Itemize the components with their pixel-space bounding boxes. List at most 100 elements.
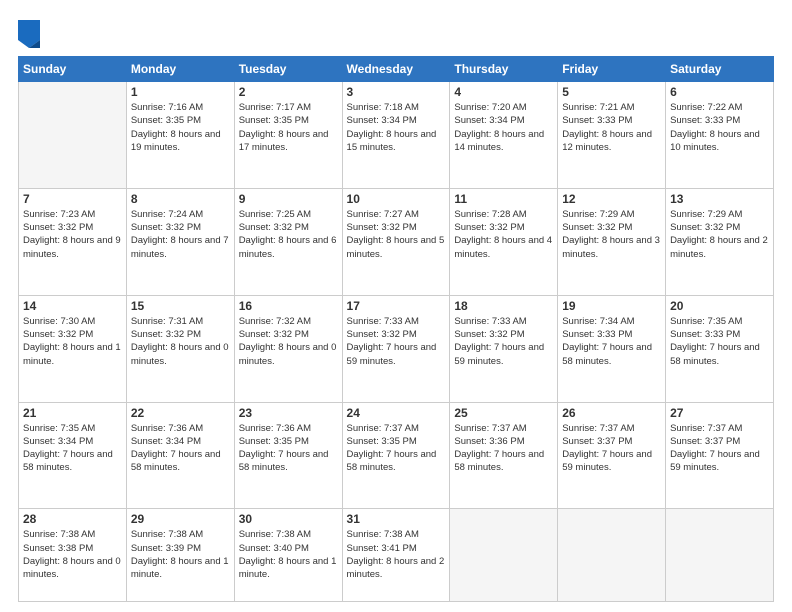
calendar-header-cell: Saturday	[666, 57, 774, 82]
calendar-cell: 1 Sunrise: 7:16 AMSunset: 3:35 PMDayligh…	[126, 82, 234, 189]
day-info: Sunrise: 7:20 AMSunset: 3:34 PMDaylight:…	[454, 102, 544, 153]
day-number: 20	[670, 299, 769, 313]
day-info: Sunrise: 7:36 AMSunset: 3:35 PMDaylight:…	[239, 423, 329, 474]
day-info: Sunrise: 7:18 AMSunset: 3:34 PMDaylight:…	[347, 102, 437, 153]
day-number: 7	[23, 192, 122, 206]
day-info: Sunrise: 7:21 AMSunset: 3:33 PMDaylight:…	[562, 102, 652, 153]
calendar-cell: 6 Sunrise: 7:22 AMSunset: 3:33 PMDayligh…	[666, 82, 774, 189]
day-number: 23	[239, 406, 338, 420]
calendar-cell: 24 Sunrise: 7:37 AMSunset: 3:35 PMDaylig…	[342, 402, 450, 509]
calendar-cell: 13 Sunrise: 7:29 AMSunset: 3:32 PMDaylig…	[666, 188, 774, 295]
day-info: Sunrise: 7:27 AMSunset: 3:32 PMDaylight:…	[347, 209, 445, 260]
day-info: Sunrise: 7:38 AMSunset: 3:41 PMDaylight:…	[347, 529, 445, 580]
day-info: Sunrise: 7:35 AMSunset: 3:34 PMDaylight:…	[23, 423, 113, 474]
calendar-header-cell: Wednesday	[342, 57, 450, 82]
day-number: 1	[131, 85, 230, 99]
day-number: 19	[562, 299, 661, 313]
day-number: 26	[562, 406, 661, 420]
calendar-cell: 28 Sunrise: 7:38 AMSunset: 3:38 PMDaylig…	[19, 509, 127, 602]
day-info: Sunrise: 7:33 AMSunset: 3:32 PMDaylight:…	[454, 316, 544, 367]
day-info: Sunrise: 7:38 AMSunset: 3:38 PMDaylight:…	[23, 529, 121, 580]
day-info: Sunrise: 7:37 AMSunset: 3:35 PMDaylight:…	[347, 423, 437, 474]
day-number: 3	[347, 85, 446, 99]
day-info: Sunrise: 7:30 AMSunset: 3:32 PMDaylight:…	[23, 316, 121, 367]
day-info: Sunrise: 7:24 AMSunset: 3:32 PMDaylight:…	[131, 209, 229, 260]
calendar-header-row: SundayMondayTuesdayWednesdayThursdayFrid…	[19, 57, 774, 82]
calendar-header-cell: Friday	[558, 57, 666, 82]
calendar-cell: 2 Sunrise: 7:17 AMSunset: 3:35 PMDayligh…	[234, 82, 342, 189]
calendar-cell	[450, 509, 558, 602]
calendar-cell: 20 Sunrise: 7:35 AMSunset: 3:33 PMDaylig…	[666, 295, 774, 402]
day-number: 11	[454, 192, 553, 206]
day-info: Sunrise: 7:17 AMSunset: 3:35 PMDaylight:…	[239, 102, 329, 153]
calendar-header-cell: Sunday	[19, 57, 127, 82]
day-info: Sunrise: 7:37 AMSunset: 3:37 PMDaylight:…	[670, 423, 760, 474]
day-number: 15	[131, 299, 230, 313]
day-number: 8	[131, 192, 230, 206]
day-info: Sunrise: 7:28 AMSunset: 3:32 PMDaylight:…	[454, 209, 552, 260]
day-number: 18	[454, 299, 553, 313]
calendar-cell	[19, 82, 127, 189]
calendar-cell: 4 Sunrise: 7:20 AMSunset: 3:34 PMDayligh…	[450, 82, 558, 189]
day-number: 14	[23, 299, 122, 313]
day-number: 6	[670, 85, 769, 99]
day-number: 5	[562, 85, 661, 99]
day-number: 21	[23, 406, 122, 420]
day-number: 31	[347, 512, 446, 526]
calendar-week-row: 14 Sunrise: 7:30 AMSunset: 3:32 PMDaylig…	[19, 295, 774, 402]
day-info: Sunrise: 7:33 AMSunset: 3:32 PMDaylight:…	[347, 316, 437, 367]
day-info: Sunrise: 7:16 AMSunset: 3:35 PMDaylight:…	[131, 102, 221, 153]
header	[18, 18, 774, 48]
calendar-cell: 23 Sunrise: 7:36 AMSunset: 3:35 PMDaylig…	[234, 402, 342, 509]
calendar-week-row: 7 Sunrise: 7:23 AMSunset: 3:32 PMDayligh…	[19, 188, 774, 295]
day-info: Sunrise: 7:35 AMSunset: 3:33 PMDaylight:…	[670, 316, 760, 367]
calendar-cell: 3 Sunrise: 7:18 AMSunset: 3:34 PMDayligh…	[342, 82, 450, 189]
calendar-cell: 31 Sunrise: 7:38 AMSunset: 3:41 PMDaylig…	[342, 509, 450, 602]
calendar-cell: 7 Sunrise: 7:23 AMSunset: 3:32 PMDayligh…	[19, 188, 127, 295]
day-number: 13	[670, 192, 769, 206]
day-number: 29	[131, 512, 230, 526]
calendar-cell: 30 Sunrise: 7:38 AMSunset: 3:40 PMDaylig…	[234, 509, 342, 602]
day-info: Sunrise: 7:38 AMSunset: 3:39 PMDaylight:…	[131, 529, 229, 580]
calendar-cell: 18 Sunrise: 7:33 AMSunset: 3:32 PMDaylig…	[450, 295, 558, 402]
day-number: 9	[239, 192, 338, 206]
calendar-cell: 26 Sunrise: 7:37 AMSunset: 3:37 PMDaylig…	[558, 402, 666, 509]
calendar-week-row: 28 Sunrise: 7:38 AMSunset: 3:38 PMDaylig…	[19, 509, 774, 602]
calendar-cell: 17 Sunrise: 7:33 AMSunset: 3:32 PMDaylig…	[342, 295, 450, 402]
day-info: Sunrise: 7:29 AMSunset: 3:32 PMDaylight:…	[670, 209, 768, 260]
day-info: Sunrise: 7:29 AMSunset: 3:32 PMDaylight:…	[562, 209, 660, 260]
page: SundayMondayTuesdayWednesdayThursdayFrid…	[0, 0, 792, 612]
logo-icon	[18, 20, 40, 48]
day-number: 17	[347, 299, 446, 313]
calendar-cell: 16 Sunrise: 7:32 AMSunset: 3:32 PMDaylig…	[234, 295, 342, 402]
calendar-cell: 12 Sunrise: 7:29 AMSunset: 3:32 PMDaylig…	[558, 188, 666, 295]
calendar-body: 1 Sunrise: 7:16 AMSunset: 3:35 PMDayligh…	[19, 82, 774, 602]
day-number: 25	[454, 406, 553, 420]
logo	[18, 18, 43, 48]
day-info: Sunrise: 7:22 AMSunset: 3:33 PMDaylight:…	[670, 102, 760, 153]
day-info: Sunrise: 7:25 AMSunset: 3:32 PMDaylight:…	[239, 209, 337, 260]
calendar-cell: 5 Sunrise: 7:21 AMSunset: 3:33 PMDayligh…	[558, 82, 666, 189]
day-number: 4	[454, 85, 553, 99]
day-number: 24	[347, 406, 446, 420]
calendar-cell: 25 Sunrise: 7:37 AMSunset: 3:36 PMDaylig…	[450, 402, 558, 509]
day-info: Sunrise: 7:31 AMSunset: 3:32 PMDaylight:…	[131, 316, 229, 367]
day-info: Sunrise: 7:34 AMSunset: 3:33 PMDaylight:…	[562, 316, 652, 367]
calendar-cell	[558, 509, 666, 602]
calendar-cell: 11 Sunrise: 7:28 AMSunset: 3:32 PMDaylig…	[450, 188, 558, 295]
day-info: Sunrise: 7:32 AMSunset: 3:32 PMDaylight:…	[239, 316, 337, 367]
day-info: Sunrise: 7:37 AMSunset: 3:36 PMDaylight:…	[454, 423, 544, 474]
calendar-cell: 15 Sunrise: 7:31 AMSunset: 3:32 PMDaylig…	[126, 295, 234, 402]
day-number: 12	[562, 192, 661, 206]
calendar-header-cell: Monday	[126, 57, 234, 82]
day-number: 16	[239, 299, 338, 313]
day-number: 10	[347, 192, 446, 206]
day-number: 27	[670, 406, 769, 420]
day-number: 28	[23, 512, 122, 526]
calendar-cell: 22 Sunrise: 7:36 AMSunset: 3:34 PMDaylig…	[126, 402, 234, 509]
calendar-header-cell: Thursday	[450, 57, 558, 82]
day-info: Sunrise: 7:36 AMSunset: 3:34 PMDaylight:…	[131, 423, 221, 474]
day-number: 30	[239, 512, 338, 526]
calendar-header-cell: Tuesday	[234, 57, 342, 82]
calendar-week-row: 1 Sunrise: 7:16 AMSunset: 3:35 PMDayligh…	[19, 82, 774, 189]
